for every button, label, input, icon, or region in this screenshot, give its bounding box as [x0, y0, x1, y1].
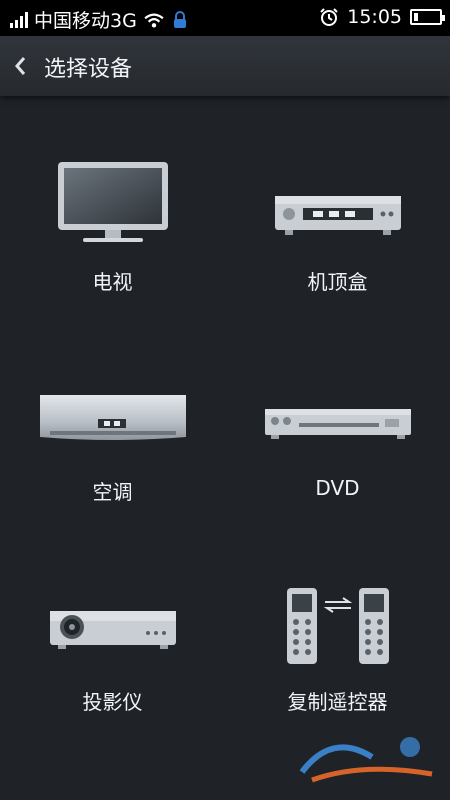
device-label: 空调: [92, 480, 133, 504]
signal-icon: [10, 11, 28, 28]
status-bar: 中国移动3G 15:05: [0, 0, 450, 36]
status-left: 中国移动3G: [10, 6, 189, 33]
watermark-logo: [299, 737, 433, 783]
device-label: DVD: [315, 476, 360, 500]
device-tv[interactable]: 电视: [0, 96, 225, 306]
device-label: 投影仪: [82, 690, 143, 714]
device-dvd[interactable]: DVD: [225, 306, 450, 516]
clock: 15:05: [347, 6, 402, 28]
device-grid: 电视 机顶盒 空调 DVD 投影仪 复制遥控器: [0, 96, 450, 800]
copy-remote-icon: [286, 588, 389, 664]
device-label: 电视: [92, 270, 133, 294]
page-title: 选择设备: [44, 57, 133, 82]
projector-icon: [49, 611, 176, 649]
status-right: 15:05: [319, 6, 445, 28]
carrier-label: 中国移动3G: [34, 10, 137, 32]
device-label: 复制遥控器: [287, 690, 388, 714]
device-set-top-box[interactable]: 机顶盒: [225, 96, 450, 306]
device-label: 机顶盒: [307, 270, 368, 294]
lock-icon: [173, 10, 186, 28]
wifi-icon: [144, 13, 164, 28]
dvd-player-icon: [264, 409, 411, 439]
tv-icon: [57, 162, 168, 242]
device-copy-remote[interactable]: 复制遥控器: [225, 516, 450, 726]
set-top-box-icon: [274, 196, 401, 235]
device-air-conditioner[interactable]: 空调: [0, 306, 225, 516]
device-projector[interactable]: 投影仪: [0, 516, 225, 726]
header-bar: 选择设备: [0, 36, 450, 96]
alarm-icon: [320, 8, 338, 26]
air-conditioner-icon: [39, 395, 186, 440]
battery-fill: [414, 13, 418, 21]
battery-icon: [410, 9, 445, 25]
back-arrow-icon[interactable]: [12, 54, 30, 78]
